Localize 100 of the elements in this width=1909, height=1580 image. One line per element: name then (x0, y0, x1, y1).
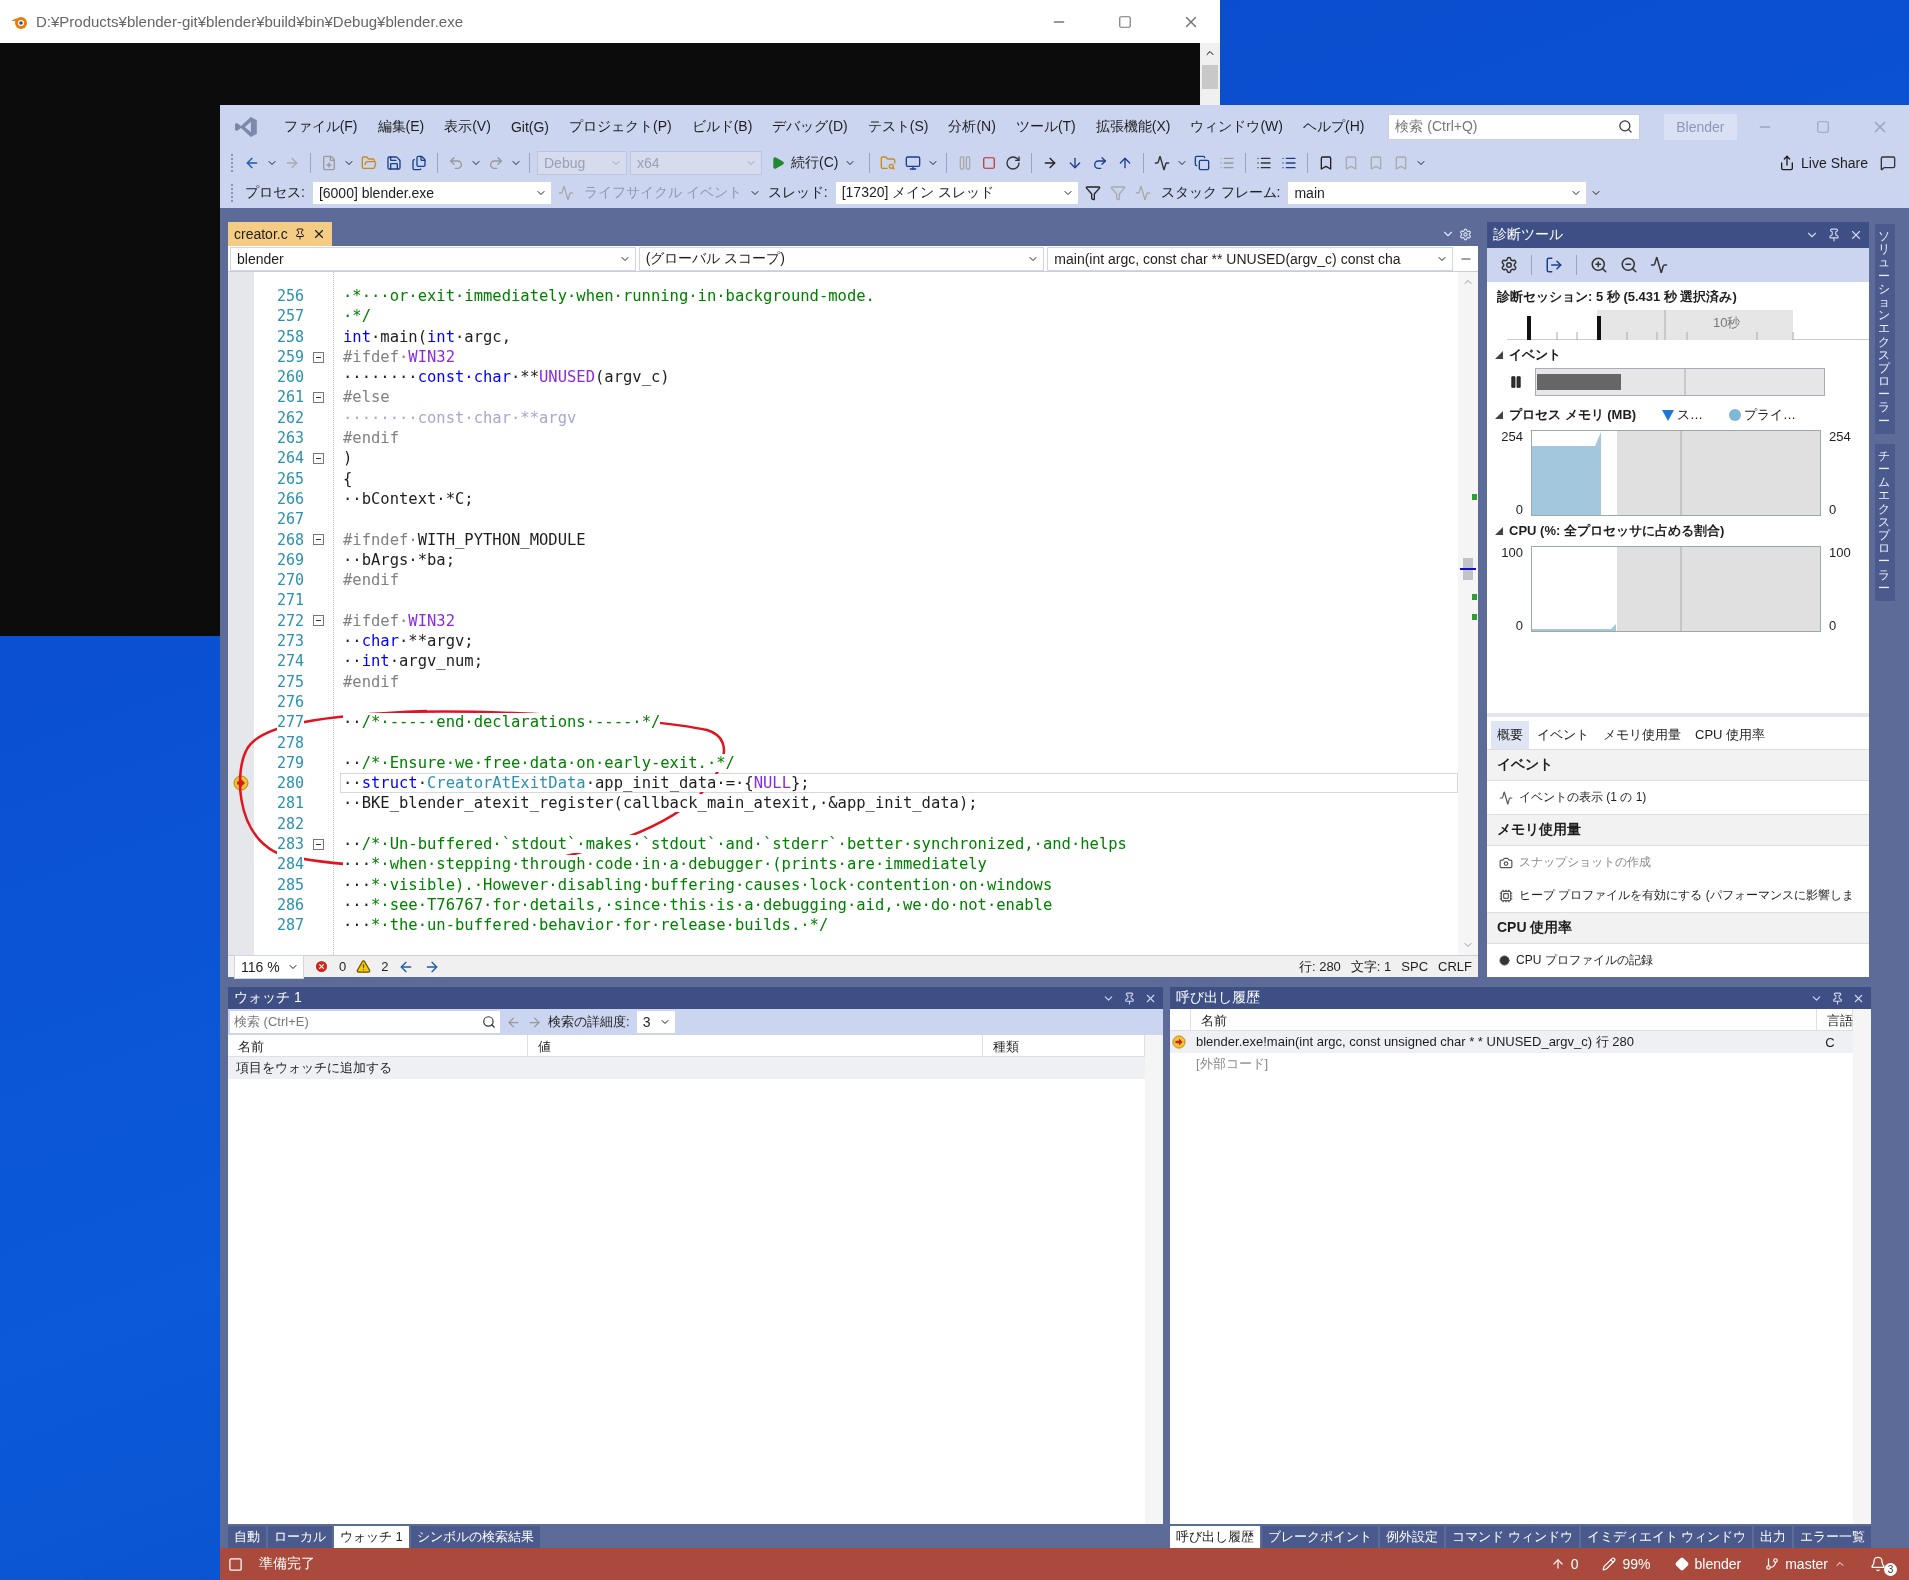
code-line: ···*·when·stepping·through·code·in·a·debugger·(prints·are·immediately (342, 854, 988, 875)
menu-item[interactable]: デバッグ(D) (762, 113, 858, 140)
pause-icon[interactable] (1509, 375, 1523, 389)
menu-item[interactable]: ファイル(F) (273, 113, 368, 140)
collapse-triangle-icon[interactable] (1495, 411, 1503, 419)
close-icon[interactable] (1849, 228, 1863, 242)
group-header: イベント (1487, 749, 1869, 781)
stop-icon[interactable] (982, 156, 997, 170)
table-cell[interactable]: blender.exe!main(int argc, const unsigned char * * UNUSED_argv_c) 行 280 (1188, 1031, 1818, 1053)
search-field[interactable]: 検索 (Ctrl+E) (230, 1011, 500, 1033)
summary-action[interactable]: CPU プロファイルの記録 (1487, 944, 1869, 977)
tab[interactable]: CPU 使用率 (1689, 721, 1772, 749)
feedback-icon[interactable] (1880, 155, 1896, 171)
thread-label: スレッド: (767, 184, 828, 202)
settings-icon[interactable] (1500, 256, 1518, 274)
branch-indicator[interactable]: master (1761, 1556, 1850, 1572)
table-cell[interactable]: 項目をウォッチに追加する (228, 1057, 1145, 1079)
monitor-icon[interactable] (905, 155, 922, 171)
menu-item[interactable]: ヘルプ(H) (1293, 113, 1375, 140)
menu-item[interactable]: ビルド(B) (681, 113, 763, 140)
save-icon[interactable] (386, 155, 402, 171)
tab[interactable]: シンボルの検索結果 (410, 1526, 540, 1548)
collapse-icon[interactable] (313, 534, 324, 546)
tab[interactable]: 呼び出し履歴 (1170, 1526, 1260, 1548)
save-all-icon[interactable] (411, 155, 427, 171)
collapse-icon[interactable] (313, 453, 324, 464)
collapse-triangle-icon[interactable] (1495, 527, 1503, 535)
collapse-icon[interactable] (313, 838, 324, 850)
collapse-icon[interactable] (313, 351, 324, 363)
navigation-dropdown[interactable]: blender (230, 247, 636, 271)
column-header[interactable]: 名前 (228, 1035, 528, 1056)
tab[interactable]: 出力 (1754, 1526, 1793, 1548)
chart-icon[interactable] (1650, 256, 1668, 274)
pin-icon[interactable] (1827, 228, 1841, 242)
restart-icon[interactable] (1005, 155, 1022, 171)
collapse-triangle-icon[interactable] (1495, 351, 1503, 359)
stack-frame-dropdown[interactable]: main (1287, 181, 1588, 205)
menu-item[interactable]: 分析(N) (938, 113, 1006, 140)
search-field[interactable]: 検索 (Ctrl+Q) (1388, 113, 1641, 140)
code-line: ········const·char·**UNUSED(argv_c) (342, 367, 671, 388)
menu-item[interactable]: Git(G) (500, 114, 559, 139)
axis-label: 100 (1829, 546, 1851, 559)
pin-icon[interactable] (1123, 991, 1136, 1005)
menu-item[interactable]: 拡張機能(X) (1085, 113, 1181, 140)
side-tab[interactable]: ソリューションエクスプローラー (1875, 224, 1895, 434)
thread-dropdown[interactable]: [17320] メイン スレッド (834, 181, 1079, 205)
column-header[interactable]: 名前 (1191, 1009, 1818, 1030)
vertical-scrollbar[interactable] (1458, 272, 1478, 955)
back-icon[interactable] (244, 155, 260, 171)
search-depth-dropdown[interactable]: 3 (635, 1010, 676, 1034)
process-dropdown[interactable]: [6000] blender.exe (311, 181, 552, 205)
side-tab[interactable]: チームエクスプローラー (1875, 443, 1895, 601)
navigation-dropdown[interactable]: main(int argc, const char ** UNUSED(argv_c) const cha (1047, 247, 1453, 271)
zoom-out-icon[interactable] (1620, 256, 1638, 274)
tab[interactable]: ブレークポイント (1262, 1526, 1378, 1548)
menu-item[interactable]: 表示(V) (434, 113, 501, 140)
tab[interactable]: 例外設定 (1380, 1526, 1444, 1548)
filter-icon[interactable] (1084, 185, 1101, 201)
vertical-scrollbar[interactable] (1853, 1009, 1872, 1524)
tab[interactable]: イミディエイト ウィンドウ (1580, 1526, 1753, 1548)
step-over-icon[interactable] (1092, 155, 1109, 171)
tab[interactable]: 概要 (1491, 721, 1529, 749)
summary-action[interactable]: ヒープ プロファイルを有効にする (パフォーマンスに影響しま (1487, 879, 1869, 912)
menu-item[interactable]: ツール(T) (1005, 113, 1086, 140)
scrollbar-thumb[interactable] (1463, 558, 1473, 580)
live-share-button[interactable]: Live Share (1773, 153, 1874, 173)
scrollbar-thumb[interactable] (1202, 65, 1218, 89)
error-count: 0 (339, 959, 347, 974)
menu-item[interactable]: 編集(E) (367, 113, 435, 140)
notifications-indicator[interactable]: 3 (1866, 1552, 1901, 1576)
collapse-icon[interactable] (313, 615, 324, 627)
table-cell[interactable]: [外部コード] (1188, 1053, 1818, 1075)
zoom-dropdown[interactable]: 116 % (234, 954, 304, 979)
tab[interactable]: 自動 (228, 1526, 266, 1548)
column-header[interactable]: 値 (528, 1035, 983, 1056)
navigation-dropdown[interactable]: (グローバル スコープ) (638, 247, 1045, 271)
export-icon[interactable] (1545, 256, 1563, 274)
continue-button[interactable]: 続行(C) (765, 152, 863, 174)
maximize-icon[interactable] (1118, 14, 1132, 29)
menu-item[interactable]: テスト(S) (857, 113, 939, 140)
stack-frame-label: スタック フレーム: (1160, 184, 1281, 202)
pin-icon[interactable] (293, 228, 306, 240)
zoom-in-icon[interactable] (1590, 256, 1608, 274)
changes-indicator[interactable]: 99% (1598, 1556, 1655, 1572)
repository-indicator[interactable]: blender (1670, 1556, 1746, 1572)
summary-action[interactable]: イベントの表示 (1 の 1) (1487, 781, 1869, 814)
tab[interactable]: エラー一覧 (1794, 1526, 1872, 1548)
menu-item[interactable]: ウィンドウ(W) (1180, 113, 1293, 140)
chip-icon (1499, 888, 1513, 903)
tab[interactable]: メモリ使用量 (1597, 721, 1687, 749)
tab[interactable]: イベント (1531, 721, 1595, 749)
vertical-scrollbar[interactable] (1145, 1035, 1163, 1524)
menu-item[interactable]: プロジェクト(P) (559, 113, 682, 140)
push-indicator[interactable]: 0 (1546, 1556, 1583, 1572)
document-tab[interactable]: creator.c (228, 222, 332, 246)
collapse-icon[interactable] (313, 392, 324, 404)
tab[interactable]: ウォッチ 1 (334, 1526, 409, 1548)
pin-icon[interactable] (1831, 991, 1845, 1005)
tab[interactable]: ローカル (268, 1526, 332, 1548)
tab[interactable]: コマンド ウィンドウ (1446, 1526, 1579, 1548)
